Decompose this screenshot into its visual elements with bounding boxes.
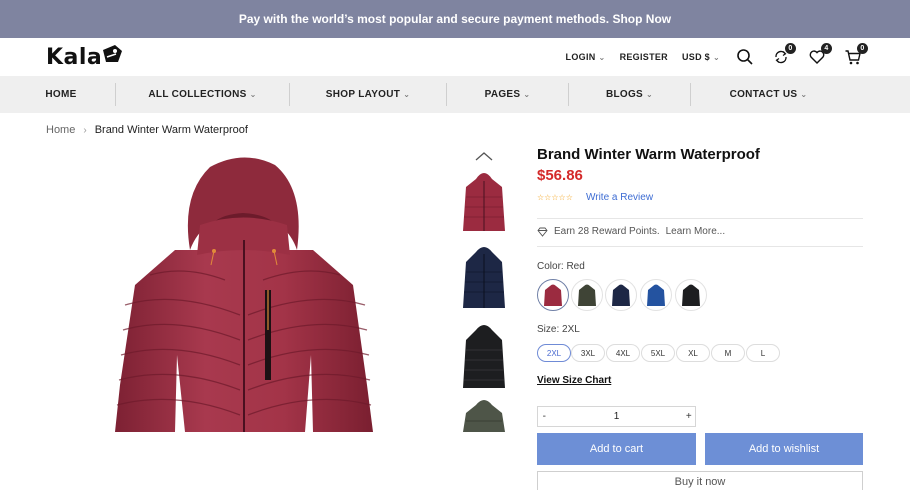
logo[interactable]: Kala bbox=[46, 44, 124, 70]
size-option-l[interactable]: L bbox=[746, 344, 780, 362]
swatch-jacket-image bbox=[544, 284, 562, 306]
buy-now-label: Buy it now bbox=[674, 476, 726, 488]
cart-button[interactable]: 0 bbox=[842, 43, 868, 68]
breadcrumb-current: Brand Winter Warm Waterproof bbox=[94, 124, 248, 136]
breadcrumb-home[interactable]: Home bbox=[46, 124, 75, 136]
size-option-3xl[interactable]: 3XL bbox=[571, 344, 605, 362]
product-title: Brand Winter Warm Waterproof bbox=[537, 146, 760, 163]
site-header: Kala LOGIN ⌄ REGISTER USD $ ⌄ 0 4 0 bbox=[0, 38, 910, 76]
star-icon: ☆ bbox=[565, 193, 573, 202]
currency-label: USD $ bbox=[681, 52, 710, 62]
product-price: $56.86 bbox=[537, 167, 583, 184]
nav-item-shop-layout[interactable]: SHOP LAYOUT ⌄ bbox=[290, 76, 446, 113]
nav-label: HOME bbox=[45, 89, 77, 100]
thumbnail-navy[interactable] bbox=[458, 242, 510, 312]
add-to-wishlist-button[interactable]: Add to wishlist bbox=[705, 433, 863, 465]
swatch-jacket-image bbox=[612, 284, 630, 306]
size-option-4xl[interactable]: 4XL bbox=[606, 344, 640, 362]
nav-item-all-collections[interactable]: ALL COLLECTIONS ⌄ bbox=[116, 76, 289, 113]
write-review-link[interactable]: Write a Review bbox=[586, 192, 653, 203]
nav-label: SHOP LAYOUT bbox=[325, 89, 401, 100]
star-icon: ☆ bbox=[558, 193, 566, 202]
login-link[interactable]: LOGIN ⌄ bbox=[566, 52, 606, 62]
nav-label: ALL COLLECTIONS bbox=[148, 89, 247, 100]
nav-item-home[interactable]: HOME bbox=[45, 76, 77, 113]
wishlist-button[interactable]: 4 bbox=[806, 43, 832, 68]
nav-label: BLOGS bbox=[605, 89, 644, 100]
thumbnail-up-button[interactable] bbox=[470, 149, 498, 163]
chevron-down-icon: ⌄ bbox=[523, 90, 531, 99]
breadcrumb: Home › Brand Winter Warm Waterproof bbox=[46, 124, 248, 136]
color-swatch-olive[interactable] bbox=[571, 279, 603, 311]
thumbnail-olive[interactable] bbox=[458, 395, 510, 432]
nav-label: CONTACT US bbox=[729, 89, 798, 100]
header-actions: LOGIN ⌄ REGISTER USD $ ⌄ 0 4 0 bbox=[566, 38, 868, 76]
chevron-down-icon: ⌄ bbox=[800, 90, 808, 99]
divider bbox=[537, 246, 863, 247]
search-button[interactable] bbox=[734, 46, 756, 68]
quantity-stepper: - + bbox=[537, 406, 696, 427]
color-swatch-blue[interactable] bbox=[640, 279, 672, 311]
color-swatch-black[interactable] bbox=[675, 279, 707, 311]
quantity-input[interactable] bbox=[550, 411, 683, 422]
thumbnail-red[interactable] bbox=[458, 165, 510, 235]
reward-text: Earn 28 Reward Points. bbox=[554, 226, 660, 237]
size-option-xl[interactable]: XL bbox=[676, 344, 710, 362]
size-label: Size: 2XL bbox=[537, 324, 580, 335]
chevron-down-icon: ⌄ bbox=[646, 90, 654, 99]
chevron-down-icon: ⌄ bbox=[403, 90, 411, 99]
cart-count-badge: 0 bbox=[857, 43, 868, 54]
rating-stars: ☆☆☆☆☆ bbox=[537, 193, 573, 202]
size-option-m[interactable]: M bbox=[711, 344, 745, 362]
size-option-2xl[interactable]: 2XL bbox=[537, 344, 571, 362]
register-label: REGISTER bbox=[619, 52, 668, 62]
star-icon: ☆ bbox=[551, 193, 559, 202]
quantity-increase-button[interactable]: + bbox=[683, 411, 696, 422]
compare-count-badge: 0 bbox=[785, 43, 796, 54]
view-size-chart-link[interactable]: View Size Chart bbox=[537, 375, 611, 386]
register-link[interactable]: REGISTER bbox=[620, 52, 668, 62]
compare-button[interactable]: 0 bbox=[770, 43, 796, 68]
quantity-decrease-button[interactable]: - bbox=[538, 411, 551, 422]
wishlist-count-badge: 4 bbox=[821, 43, 832, 54]
search-icon bbox=[737, 49, 753, 65]
nav-item-pages[interactable]: PAGES ⌄ bbox=[447, 76, 568, 113]
nav-label: PAGES bbox=[484, 89, 521, 100]
logo-tag-icon bbox=[103, 45, 123, 62]
announcement-bar[interactable]: Pay with the world’s most popular and se… bbox=[0, 0, 910, 38]
logo-text: Kala bbox=[46, 44, 103, 70]
add-to-cart-button[interactable]: Add to cart bbox=[537, 433, 696, 465]
swatch-jacket-image bbox=[682, 284, 700, 306]
color-swatch-navy[interactable] bbox=[605, 279, 637, 311]
nav-item-contact-us[interactable]: CONTACT US ⌄ bbox=[691, 76, 846, 113]
currency-selector[interactable]: USD $ ⌄ bbox=[682, 52, 720, 62]
login-label: LOGIN bbox=[565, 52, 596, 62]
chevron-down-icon: ⌄ bbox=[598, 52, 606, 62]
announcement-text[interactable]: Pay with the world’s most popular and se… bbox=[239, 12, 671, 26]
size-option-5xl[interactable]: 5XL bbox=[641, 344, 675, 362]
chevron-down-icon: ⌄ bbox=[712, 52, 720, 62]
thumbnail-black[interactable] bbox=[458, 320, 510, 390]
reward-points: Earn 28 Reward Points. Learn More... bbox=[537, 226, 725, 237]
swatch-jacket-image bbox=[578, 284, 596, 306]
color-label: Color: Red bbox=[537, 261, 585, 272]
chevron-down-icon: ⌄ bbox=[249, 90, 257, 99]
main-nav: HOME ALL COLLECTIONS ⌄ SHOP LAYOUT ⌄ PAG… bbox=[0, 76, 910, 113]
diamond-icon bbox=[537, 227, 548, 237]
chevron-right-icon: › bbox=[83, 124, 87, 136]
learn-more-link[interactable]: Learn More... bbox=[666, 226, 725, 237]
nav-item-blogs[interactable]: BLOGS ⌄ bbox=[569, 76, 690, 113]
buy-now-button[interactable]: Buy it now bbox=[537, 471, 863, 490]
swatch-jacket-image bbox=[647, 284, 665, 306]
product-main-image[interactable] bbox=[115, 155, 373, 432]
divider bbox=[537, 218, 863, 219]
color-swatch-red[interactable] bbox=[537, 279, 569, 311]
